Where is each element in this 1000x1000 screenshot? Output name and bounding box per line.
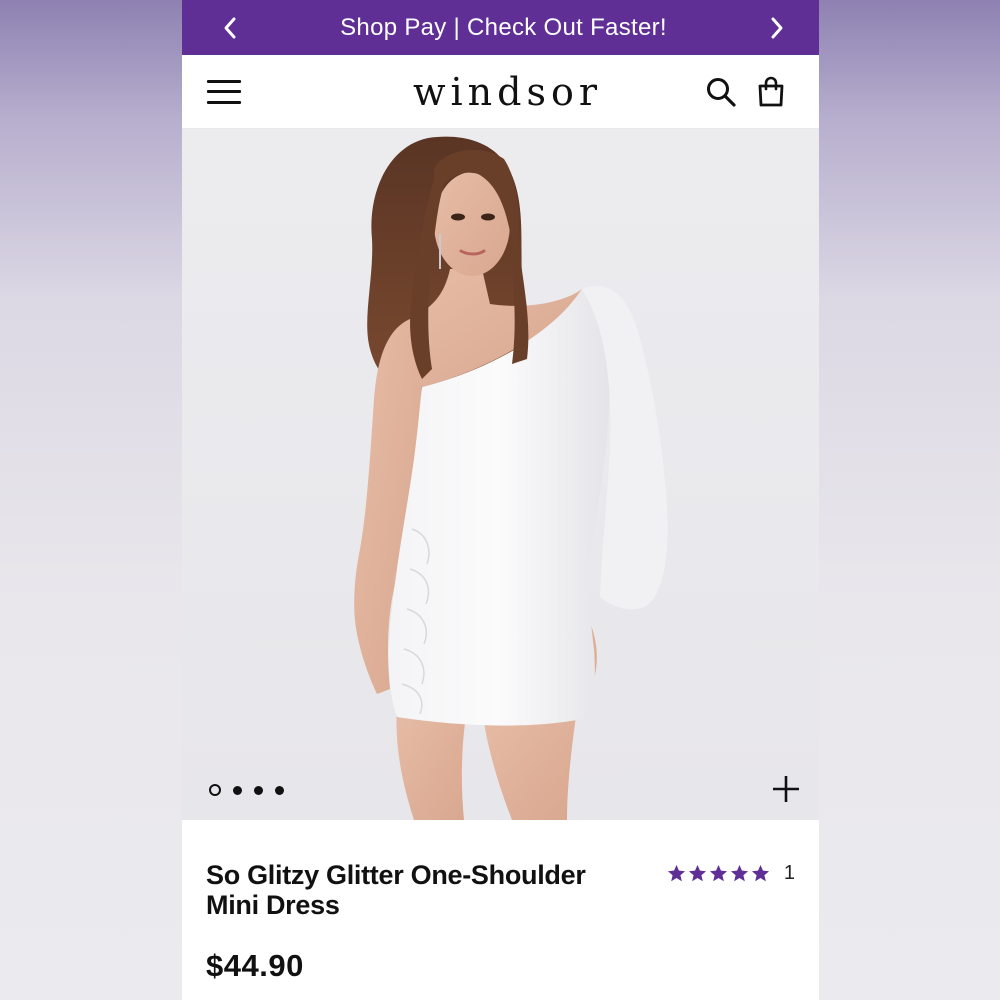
- gallery-dot[interactable]: [275, 785, 284, 795]
- star-icon: [751, 864, 769, 882]
- review-count[interactable]: 1: [784, 862, 795, 885]
- product-photo: [354, 136, 668, 820]
- product-title: So Glitzy Glitter One-Shoulder Mini Dres…: [206, 860, 586, 920]
- site-header: WINDSOR: [182, 55, 819, 129]
- product-rating[interactable]: 1: [667, 862, 795, 885]
- star-icon: [667, 864, 685, 882]
- star-icon: [688, 864, 706, 882]
- mobile-page: Shop Pay | Check Out Faster! WINDSOR: [182, 0, 819, 1000]
- hamburger-menu-icon[interactable]: [206, 77, 242, 107]
- gallery-dot[interactable]: [233, 785, 242, 795]
- gallery-pagination: [209, 784, 284, 796]
- chevron-left-icon[interactable]: [216, 14, 244, 42]
- search-icon[interactable]: [703, 74, 739, 110]
- product-price: $44.90: [206, 948, 304, 983]
- promo-banner: Shop Pay | Check Out Faster!: [182, 0, 819, 55]
- header-actions: [703, 74, 789, 110]
- site-logo[interactable]: WINDSOR: [413, 70, 602, 114]
- star-rating: [667, 864, 770, 883]
- star-icon: [730, 864, 748, 882]
- product-image-gallery[interactable]: [182, 129, 819, 820]
- product-info: So Glitzy Glitter One-Shoulder Mini Dres…: [182, 820, 819, 984]
- star-icon: [709, 864, 727, 882]
- title-row: So Glitzy Glitter One-Shoulder Mini Dres…: [206, 860, 795, 920]
- plus-icon[interactable]: [771, 774, 801, 804]
- shopping-bag-icon[interactable]: [753, 74, 789, 110]
- gallery-dot[interactable]: [209, 784, 221, 796]
- chevron-right-icon[interactable]: [763, 14, 791, 42]
- gallery-dot[interactable]: [254, 785, 263, 795]
- promo-text[interactable]: Shop Pay | Check Out Faster!: [340, 14, 667, 42]
